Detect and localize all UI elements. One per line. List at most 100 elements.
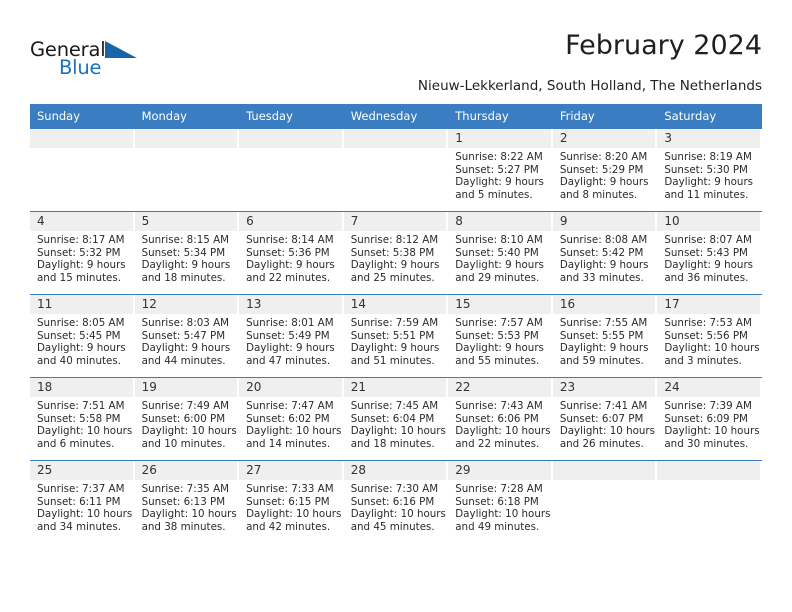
daylight-text-line2: and 59 minutes. xyxy=(559,354,644,367)
calendar-day-cell[interactable]: 12 Sunrise: 8:03 AM Sunset: 5:47 PM Dayligh… xyxy=(134,294,240,378)
sunset-text: Sunset: 5:51 PM xyxy=(350,329,435,342)
sunrise-text: Sunrise: 7:39 AM xyxy=(664,400,752,412)
calendar-day-cell[interactable]: 6 Sunrise: 8:14 AM Sunset: 5:36 PM Daylight… xyxy=(239,211,344,295)
sunrise-text: Sunrise: 8:22 AM xyxy=(455,151,543,163)
calendar-day-cell[interactable]: 18 Sunrise: 7:51 AM Sunset: 5:58 PM Dayligh… xyxy=(30,377,135,461)
weekday-header-tuesday: Tuesday xyxy=(239,104,344,129)
day-details: Sunrise: 8:22 AM Sunset: 5:27 PM Daylight:… xyxy=(448,148,553,201)
daylight-text-line2: and 55 minutes. xyxy=(455,354,540,367)
calendar-day-cell[interactable]: 26 Sunrise: 7:35 AM Sunset: 6:13 PM Dayligh… xyxy=(134,460,240,543)
daylight-text-line2: and 49 minutes. xyxy=(455,520,540,533)
day-number xyxy=(343,129,447,148)
calendar-day-cell[interactable]: 7 Sunrise: 8:12 AM Sunset: 5:38 PM Daylight… xyxy=(343,211,449,295)
daylight-text-line2: and 44 minutes. xyxy=(141,354,226,367)
sunset-text: Sunset: 6:04 PM xyxy=(350,412,435,425)
weekday-header-sunday: Sunday xyxy=(30,104,135,129)
weekday-header-thursday: Thursday xyxy=(448,104,553,129)
generalblue-logo: General Blue xyxy=(30,38,160,86)
logo-triangle-icon xyxy=(105,41,137,58)
sunset-text: Sunset: 6:07 PM xyxy=(559,412,644,425)
page-subtitle: Nieuw-Lekkerland, South Holland, The Net… xyxy=(417,78,762,94)
calendar-day-cell[interactable]: 3 Sunrise: 8:19 AM Sunset: 5:30 PM Daylight… xyxy=(657,128,762,212)
sunrise-text: Sunrise: 7:33 AM xyxy=(246,483,334,495)
daylight-text-line2: and 45 minutes. xyxy=(350,520,435,533)
daylight-text-line2: and 8 minutes. xyxy=(559,188,638,201)
calendar-day-cell[interactable]: 9 Sunrise: 8:08 AM Sunset: 5:42 PM Daylight… xyxy=(552,211,658,295)
calendar-day-cell[interactable]: 8 Sunrise: 8:10 AM Sunset: 5:40 PM Daylight… xyxy=(448,211,553,295)
sunrise-text: Sunrise: 7:35 AM xyxy=(141,483,230,495)
day-details: Sunrise: 7:55 AM Sunset: 5:55 PM Daylight:… xyxy=(553,314,658,367)
calendar-day-cell[interactable]: 29 Sunrise: 7:28 AM Sunset: 6:18 PM Dayligh… xyxy=(448,460,553,543)
sunset-text: Sunset: 6:13 PM xyxy=(141,495,226,508)
sunrise-text: Sunrise: 7:37 AM xyxy=(37,483,125,495)
daylight-text-line1: Daylight: 9 hours xyxy=(141,259,231,272)
sunrise-text: Sunrise: 7:30 AM xyxy=(350,483,439,495)
day-number: 29 xyxy=(448,461,551,480)
calendar-day-cell[interactable]: 4 Sunrise: 8:17 AM Sunset: 5:32 PM Daylight… xyxy=(30,211,135,295)
calendar-day-cell[interactable]: 10 Sunrise: 8:07 AM Sunset: 5:43 PM Dayligh… xyxy=(657,211,762,295)
calendar-day-cell[interactable]: 17 Sunrise: 7:53 AM Sunset: 5:56 PM Dayligh… xyxy=(657,294,762,378)
daylight-text-line2: and 10 minutes. xyxy=(141,437,226,450)
day-details: Sunrise: 8:17 AM Sunset: 5:32 PM Daylight:… xyxy=(30,231,135,284)
sunrise-text: Sunrise: 7:47 AM xyxy=(246,400,334,412)
calendar-day-cell[interactable]: 1 Sunrise: 8:22 AM Sunset: 5:27 PM Daylight… xyxy=(448,128,553,212)
daylight-text-line1: Daylight: 9 hours xyxy=(559,176,649,189)
calendar-day-cell[interactable]: 2 Sunrise: 8:20 AM Sunset: 5:29 PM Daylight… xyxy=(552,128,658,212)
day-details: Sunrise: 8:08 AM Sunset: 5:42 PM Daylight:… xyxy=(553,231,658,284)
day-details: Sunrise: 8:19 AM Sunset: 5:30 PM Daylight:… xyxy=(657,148,762,201)
daylight-text-line1: Daylight: 10 hours xyxy=(455,425,551,438)
day-details: Sunrise: 8:10 AM Sunset: 5:40 PM Daylight:… xyxy=(448,231,553,284)
daylight-text-line1: Daylight: 10 hours xyxy=(37,508,133,521)
calendar-day-cell[interactable]: 23 Sunrise: 7:41 AM Sunset: 6:07 PM Dayligh… xyxy=(552,377,658,461)
sunset-text: Sunset: 5:58 PM xyxy=(37,412,121,425)
calendar-day-cell[interactable]: 13 Sunrise: 8:01 AM Sunset: 5:49 PM Dayligh… xyxy=(239,294,344,378)
daylight-text-line1: Daylight: 9 hours xyxy=(37,342,126,355)
calendar-day-cell[interactable]: 14 Sunrise: 7:59 AM Sunset: 5:51 PM Dayligh… xyxy=(343,294,449,378)
day-number: 21 xyxy=(343,378,447,397)
daylight-text-line2: and 42 minutes. xyxy=(246,520,331,533)
daylight-text-line1: Daylight: 9 hours xyxy=(664,176,754,189)
calendar-day-cell[interactable]: 24 Sunrise: 7:39 AM Sunset: 6:09 PM Dayligh… xyxy=(657,377,762,461)
daylight-text-line1: Daylight: 9 hours xyxy=(664,259,754,272)
calendar-empty-cell xyxy=(343,128,449,212)
sunrise-text: Sunrise: 8:12 AM xyxy=(350,234,439,246)
calendar-day-cell[interactable]: 25 Sunrise: 7:37 AM Sunset: 6:11 PM Dayligh… xyxy=(30,460,135,543)
daylight-text-line1: Daylight: 10 hours xyxy=(350,508,446,521)
sunset-text: Sunset: 5:32 PM xyxy=(37,246,121,259)
daylight-text-line1: Daylight: 9 hours xyxy=(350,259,440,272)
calendar-day-cell[interactable]: 21 Sunrise: 7:45 AM Sunset: 6:04 PM Dayligh… xyxy=(343,377,449,461)
daylight-text-line1: Daylight: 9 hours xyxy=(455,259,544,272)
daylight-text-line1: Daylight: 10 hours xyxy=(37,425,133,438)
calendar-day-cell[interactable]: 16 Sunrise: 7:55 AM Sunset: 5:55 PM Dayligh… xyxy=(552,294,658,378)
daylight-text-line1: Daylight: 9 hours xyxy=(559,342,649,355)
daylight-text-line1: Daylight: 9 hours xyxy=(246,342,335,355)
daylight-text-line1: Daylight: 9 hours xyxy=(246,259,335,272)
sunrise-text: Sunrise: 7:55 AM xyxy=(559,317,648,329)
weekday-header-row: Sunday Monday Tuesday Wednesday Thursday… xyxy=(30,104,762,129)
daylight-text-line2: and 33 minutes. xyxy=(559,271,644,284)
calendar-day-cell[interactable]: 5 Sunrise: 8:15 AM Sunset: 5:34 PM Daylight… xyxy=(134,211,240,295)
day-number: 5 xyxy=(134,212,238,231)
sunrise-text: Sunrise: 8:03 AM xyxy=(141,317,230,329)
calendar-empty-cell xyxy=(552,460,658,543)
calendar-day-cell[interactable]: 11 Sunrise: 8:05 AM Sunset: 5:45 PM Dayligh… xyxy=(30,294,135,378)
calendar-day-cell[interactable]: 19 Sunrise: 7:49 AM Sunset: 6:00 PM Dayligh… xyxy=(134,377,240,461)
calendar-day-cell[interactable]: 22 Sunrise: 7:43 AM Sunset: 6:06 PM Dayligh… xyxy=(448,377,553,461)
calendar-day-cell[interactable]: 28 Sunrise: 7:30 AM Sunset: 6:16 PM Dayligh… xyxy=(343,460,449,543)
sunset-text: Sunset: 5:47 PM xyxy=(141,329,226,342)
daylight-text-line1: Daylight: 10 hours xyxy=(141,508,237,521)
calendar-day-cell[interactable]: 20 Sunrise: 7:47 AM Sunset: 6:02 PM Dayligh… xyxy=(239,377,344,461)
weekday-header-saturday: Saturday xyxy=(657,104,762,129)
calendar-day-cell[interactable]: 15 Sunrise: 7:57 AM Sunset: 5:53 PM Dayligh… xyxy=(448,294,553,378)
daylight-text-line2: and 22 minutes. xyxy=(246,271,331,284)
day-details: Sunrise: 7:33 AM Sunset: 6:15 PM Daylight:… xyxy=(239,480,344,533)
day-number: 7 xyxy=(343,212,447,231)
sunrise-text: Sunrise: 8:01 AM xyxy=(246,317,334,329)
day-number: 13 xyxy=(239,295,342,314)
daylight-text-line2: and 30 minutes. xyxy=(664,437,749,450)
daylight-text-line1: Daylight: 10 hours xyxy=(246,425,342,438)
calendar-day-cell[interactable]: 27 Sunrise: 7:33 AM Sunset: 6:15 PM Dayligh… xyxy=(239,460,344,543)
daylight-text-line2: and 40 minutes. xyxy=(37,354,121,367)
sunrise-text: Sunrise: 8:15 AM xyxy=(141,234,230,246)
daylight-text-line2: and 25 minutes. xyxy=(350,271,435,284)
